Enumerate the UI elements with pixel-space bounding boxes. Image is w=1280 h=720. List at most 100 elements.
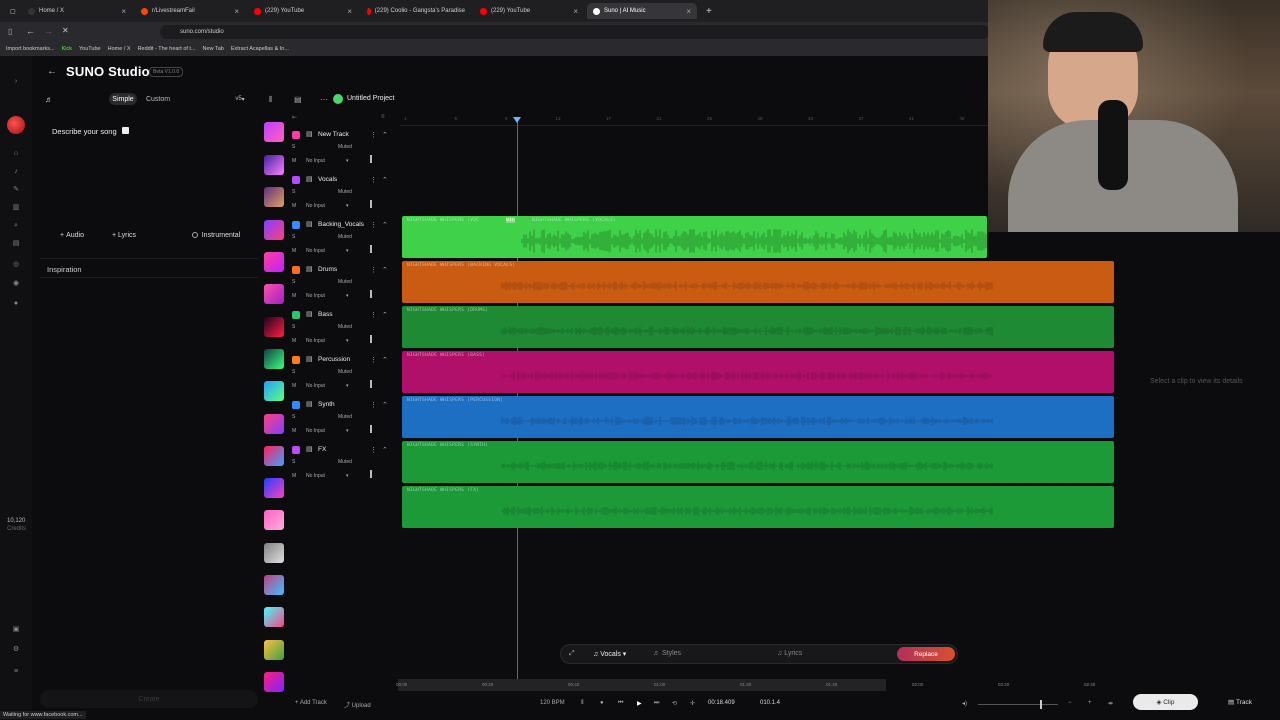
track-header[interactable]: ▤ New Track ⋮ ⌃ S Muted M No Input ▾ (288, 128, 398, 173)
mute-status[interactable]: Muted (338, 369, 352, 375)
explore-icon[interactable]: ◎ (12, 261, 20, 269)
avatar[interactable] (7, 116, 25, 134)
mode-custom-button[interactable]: Custom (143, 93, 173, 105)
track-header[interactable]: ▤ Bass ⋮ ⌃ S Muted M No Input ▾ (288, 308, 398, 353)
collapse-track-icon[interactable]: ⌃ (382, 131, 388, 139)
studio-icon[interactable]: ✎ (12, 186, 20, 194)
timeline-ruler[interactable]: 1 5 9 13 17 21 25 29 33 37 41 45 (400, 116, 988, 126)
describe-song-field[interactable]: Describe your song (52, 127, 129, 136)
volume-handle[interactable] (1040, 700, 1042, 709)
bookmark-item[interactable]: Kick (62, 46, 72, 52)
track-type-icon[interactable] (292, 401, 300, 409)
add-lyrics-button[interactable]: + Lyrics (104, 229, 144, 241)
track-name[interactable]: Percussion (318, 356, 350, 363)
playhead-handle[interactable] (513, 117, 521, 123)
song-thumbnail[interactable] (264, 155, 284, 175)
menu-icon[interactable]: ≡ (12, 668, 20, 676)
input-select[interactable]: No Input (306, 338, 325, 344)
url-field[interactable]: suno.com/studio (160, 25, 990, 39)
version-select[interactable]: v5 ▾ (230, 93, 250, 105)
metronome-icon[interactable]: ⫴ (581, 700, 584, 707)
tab-4[interactable]: (229) YouTube × (474, 3, 584, 19)
audio-clip[interactable]: NIGHTSHADE WHISPERS (BASS) (402, 351, 1114, 393)
add-marker-icon[interactable]: ✛ (690, 700, 695, 707)
close-icon[interactable]: × (686, 7, 691, 16)
library-icon[interactable]: ▥ (12, 204, 20, 212)
song-thumbnail[interactable] (264, 220, 284, 240)
forward-icon[interactable]: ⏭ (654, 700, 659, 707)
monitor-button[interactable]: M (292, 293, 296, 299)
audio-clip[interactable]: NIGHTSHADE WHISPERS (FX) (402, 486, 1114, 528)
add-track-button[interactable]: + Add Track (295, 700, 327, 706)
song-thumbnail[interactable] (264, 252, 284, 272)
monitor-button[interactable]: M (292, 158, 296, 164)
tab-0[interactable]: Home / X × (22, 3, 132, 19)
track-name[interactable]: Synth (318, 401, 335, 408)
solo-button[interactable]: S (292, 279, 295, 285)
track-type-icon[interactable] (292, 446, 300, 454)
collapse-track-icon[interactable]: ⌃ (382, 356, 388, 364)
track-volume-fader[interactable] (370, 155, 372, 163)
radio-icon[interactable]: ◉ (12, 280, 20, 288)
collapse-track-icon[interactable]: ⌃ (382, 401, 388, 409)
solo-button[interactable]: S (292, 234, 295, 240)
track-menu-icon[interactable]: ⋮ (370, 221, 377, 229)
home-icon[interactable]: ⌂ (12, 150, 20, 158)
track-volume-fader[interactable] (370, 380, 372, 388)
fit-icon[interactable]: ⇹ (1108, 700, 1113, 707)
tab-1[interactable]: r/LivestreamFail × (135, 3, 245, 19)
track-volume-fader[interactable] (370, 470, 372, 478)
track-header[interactable]: ▤ Percussion ⋮ ⌃ S Muted M No Input ▾ (288, 353, 398, 398)
track-name[interactable]: Drums (318, 266, 337, 273)
inspiration-section[interactable]: Inspiration (40, 258, 258, 278)
mode-simple-button[interactable]: Simple (109, 93, 137, 105)
track-volume-fader[interactable] (370, 335, 372, 343)
tab-3[interactable]: (229) Coolio - Gangsta's Paradise (361, 3, 471, 19)
upload-button[interactable]: ⤴ Upload (344, 700, 371, 709)
track-volume-fader[interactable] (370, 245, 372, 253)
project-name[interactable]: Untitled Project (347, 95, 394, 102)
song-thumbnail[interactable] (264, 672, 284, 692)
track-header[interactable]: ▤ Synth ⋮ ⌃ S Muted M No Input ▾ (288, 398, 398, 443)
sidebar-icon[interactable]: ▯ (8, 27, 12, 36)
track-view-button[interactable]: ▤ Track (1205, 694, 1275, 710)
expand-clip-icon[interactable]: ⤢ (569, 650, 575, 658)
track-type-icon[interactable] (292, 221, 300, 229)
song-thumbnail[interactable] (264, 187, 284, 207)
input-select[interactable]: No Input (306, 473, 325, 479)
song-thumbnail[interactable] (264, 510, 284, 530)
song-thumbnail[interactable] (264, 543, 284, 563)
track-menu-icon[interactable]: ⋮ (370, 266, 377, 274)
music-note-icon[interactable]: ♬ (45, 95, 53, 104)
track-volume-fader[interactable] (370, 200, 372, 208)
forward-icon[interactable]: → (44, 26, 53, 36)
bpm-display[interactable]: 120 BPM (540, 700, 565, 706)
song-thumbnail[interactable] (264, 640, 284, 660)
tab-list-button[interactable]: ▢ (4, 3, 18, 19)
more-icon[interactable]: ⋯ (320, 95, 328, 104)
track-menu-icon[interactable]: ⋮ (370, 311, 377, 319)
track-header[interactable]: ▤ Backing_Vocals ⋮ ⌃ S Muted M No Input ▾ (288, 218, 398, 263)
track-name[interactable]: New Track (318, 131, 349, 138)
track-name[interactable]: FX (318, 446, 326, 453)
clip-view-button[interactable]: ◈ Clip (1133, 694, 1198, 710)
bookmark-item[interactable]: New Tab (203, 46, 224, 52)
song-thumbnail[interactable] (264, 317, 284, 337)
tab-2[interactable]: (229) YouTube × (248, 3, 358, 19)
bookmark-item[interactable]: YouTube (79, 46, 101, 52)
close-icon[interactable]: × (234, 7, 239, 16)
monitor-button[interactable]: M (292, 428, 296, 434)
layout-icon[interactable]: ▤ (294, 95, 302, 104)
volume-slider[interactable] (978, 704, 1058, 705)
loop-icon[interactable]: ⟲ (672, 700, 677, 707)
stem-select[interactable]: ♫ Vocals ▾ (593, 650, 626, 658)
song-thumbnail[interactable] (264, 381, 284, 401)
collapse-track-icon[interactable]: ⌃ (382, 221, 388, 229)
song-thumbnail[interactable] (264, 478, 284, 498)
track-header[interactable]: ▤ Drums ⋮ ⌃ S Muted M No Input ▾ (288, 263, 398, 308)
bookmark-item[interactable]: Import bookmarks... (6, 46, 55, 52)
input-select[interactable]: No Input (306, 203, 325, 209)
song-thumbnail[interactable] (264, 414, 284, 434)
dice-icon[interactable] (121, 127, 129, 134)
replace-button[interactable]: Replace (897, 647, 955, 661)
